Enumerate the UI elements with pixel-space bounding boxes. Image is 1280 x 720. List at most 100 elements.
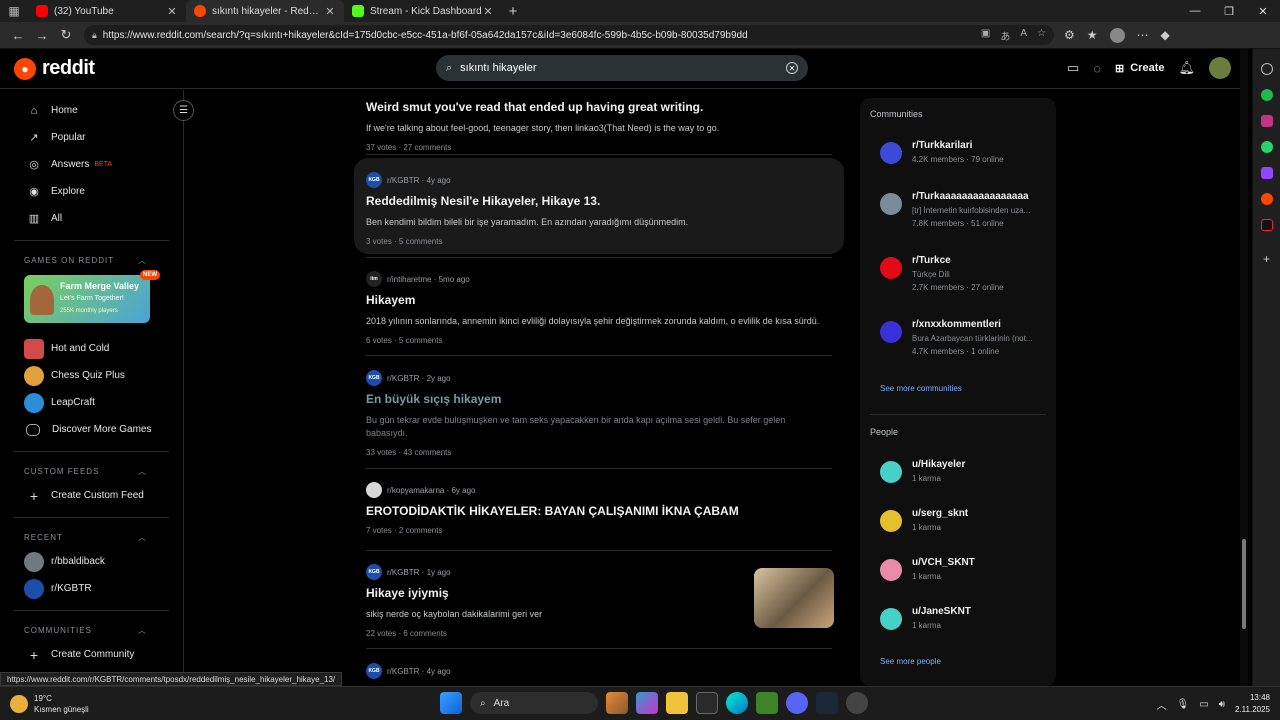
url-field[interactable]: 🔒︎ https://www.reddit.com/search/?q=sıkı… [84,25,1054,45]
person-item[interactable]: u/Hikayeler 1 karma [880,459,1050,483]
recent-item-bbaldiback[interactable]: r/bbaldiback [0,548,183,575]
see-more-communities-link[interactable]: See more communities [880,384,962,393]
chat-icon[interactable]: ◌ [1093,61,1101,76]
copilot-icon[interactable] [636,692,658,714]
reddit-icon[interactable] [1260,193,1273,205]
page-scrollbar[interactable] [1240,49,1248,686]
subreddit-name[interactable]: r/KGBTR [387,374,419,383]
person-item[interactable]: u/VCH_SKNT 1 karma [880,557,1050,581]
post-result[interactable]: KGB r/KGBTR · 4y ago Reddedilmiş Nesil'e… [354,158,844,254]
steam-icon[interactable] [816,692,838,714]
new-tab-button[interactable]: + [502,3,524,20]
post-result[interactable]: itm r/intiharetme · 5mo ago Hikayem 2018… [354,271,844,345]
post-result[interactable]: KGB r/KGBTR · 1y ago Hikaye iyiymiş siki… [354,564,844,638]
close-tab-icon[interactable]: ✕ [482,5,494,18]
more-icon[interactable]: ⋯ [1137,28,1149,42]
extensions-icon[interactable]: ⚙ [1064,28,1075,42]
game-chess-quiz-plus[interactable]: Chess Quiz Plus [0,362,183,389]
post-title[interactable]: Hikayem [366,293,832,307]
notifications-icon[interactable]: 🔔︎ [1178,60,1195,76]
translate-icon[interactable]: あ [1000,28,1010,43]
read-aloud-icon[interactable]: A [1020,28,1027,43]
instagram-icon[interactable] [1260,115,1273,127]
discord-icon[interactable] [786,692,808,714]
twitch-icon[interactable] [1260,167,1273,179]
subreddit-name[interactable]: r/intiharetme [387,275,431,284]
volume-icon[interactable]: 🔊︎ [1219,699,1225,710]
store-icon[interactable] [696,692,718,714]
create-custom-feed[interactable]: + Create Custom Feed [0,482,183,509]
community-item[interactable]: r/Turkce Türkçe Dili 2.7K members · 27 o… [880,255,1050,292]
post-title[interactable]: EROTODİDAKTİK HİKAYELER: BAYAN ÇALIŞANIM… [366,504,832,518]
sidebar-item-popular[interactable]: ↗ Popular [0,124,183,151]
reddit-logo[interactable]: ● reddit [14,57,95,80]
create-community[interactable]: + Create Community [0,641,183,668]
spotify-icon[interactable] [1260,89,1273,101]
weather-widget[interactable]: 19°C Kısmen güneşli [10,693,89,715]
search-input[interactable]: sıkıntı hikayeler [460,62,536,74]
recent-header[interactable]: RECENT ︿ [0,526,183,548]
maximize-icon[interactable]: ❐ [1212,5,1246,18]
clock[interactable]: 13:48 2.11.2025 [1235,692,1270,716]
user-avatar[interactable] [1209,57,1231,79]
minimize-icon[interactable]: — [1178,5,1212,18]
communities-header[interactable]: COMMUNITIES ︿ [0,619,183,641]
post-title[interactable]: En büyük sıçış hikayem [366,392,832,406]
search-icon[interactable] [1260,63,1273,75]
post-result[interactable]: KGB r/KGBTR · 4y ago [354,663,844,679]
add-app-icon[interactable]: + [1261,253,1273,265]
display-icon[interactable]: ▭ [1199,699,1208,710]
post-title[interactable]: Reddedilmiş Nesil'e Hikayeler, Hikaye 13… [366,194,832,208]
edge-icon[interactable] [726,692,748,714]
post-result[interactable]: Weird smut you've read that ended up hav… [354,94,844,152]
tab-kick[interactable]: Stream - Kick Dashboard ✕ [344,0,502,22]
post-result[interactable]: KGB r/KGBTR · 2y ago En büyük sıçış hika… [354,370,844,457]
app-available-icon[interactable]: ▣ [981,28,990,43]
farm-merge-valley-banner[interactable]: Farm Merge Valley Let's Farm Together! 2… [24,270,160,323]
close-tab-icon[interactable]: ✕ [166,5,178,18]
profile-avatar[interactable] [1109,27,1125,43]
post-title[interactable]: Weird smut you've read that ended up hav… [366,100,832,114]
community-item[interactable]: r/Turkkarilari 4.2K members · 79 online [880,140,1050,164]
advertise-icon[interactable]: ▭ [1067,60,1079,76]
close-tab-icon[interactable]: ✕ [324,5,336,18]
game-leapcraft[interactable]: LeapCraft [0,389,183,416]
file-explorer-icon[interactable] [666,692,688,714]
forward-icon[interactable]: → [30,28,54,43]
tab-reddit-search[interactable]: sıkıntı hikayeler - Reddit Search! ✕ [186,0,344,22]
sidebar-item-home[interactable]: ⌂ Home [0,97,183,124]
tab-actions-icon[interactable]: ▦ [0,0,28,22]
tiktok-icon[interactable] [1260,219,1273,231]
subreddit-name[interactable]: r/KGBTR [387,568,419,577]
microphone-icon[interactable]: 🎙︎ [1177,699,1190,710]
person-item[interactable]: u/JaneSKNT 1 karma [880,606,1050,630]
reload-icon[interactable]: ↻ [54,27,78,43]
close-window-icon[interactable]: ✕ [1246,5,1280,18]
favorites-icon[interactable]: ★ [1087,28,1098,42]
community-item[interactable]: r/xnxxkommentleri Bura Azarbaycan türkla… [880,319,1050,356]
tab-youtube[interactable]: (32) YouTube ✕ [28,0,186,22]
community-item[interactable]: r/Turkaaaaaaaaaaaaaaaa [tr] İnternetin k… [880,191,1050,228]
collapse-sidebar-button[interactable]: ☰ [173,100,194,121]
sidebar-item-explore[interactable]: ◉ Explore [0,178,183,205]
games-section-header[interactable]: GAMES ON REDDIT ︿ [0,249,183,271]
scrollbar-thumb[interactable] [1242,539,1246,629]
subreddit-name[interactable]: r/kopyamakarna [387,486,444,495]
minecraft-icon[interactable] [756,692,778,714]
person-item[interactable]: u/serg_sknt 1 karma [880,508,1050,532]
app-icon[interactable] [846,692,868,714]
create-button[interactable]: ⊞ Create [1115,62,1164,75]
clear-search-icon[interactable]: ✕ [786,62,798,74]
game-hot-and-cold[interactable]: Hot and Cold [0,335,183,362]
cortana-widget-icon[interactable] [606,692,628,714]
subreddit-name[interactable]: r/KGBTR [387,667,419,676]
custom-feeds-header[interactable]: CUSTOM FEEDS ︿ [0,460,183,482]
post-result[interactable]: r/kopyamakarna · 6y ago EROTODİDAKTİK Hİ… [354,482,844,535]
see-more-people-link[interactable]: See more people [880,657,941,666]
recent-item-kgbtr[interactable]: r/KGBTR [0,575,183,602]
subreddit-name[interactable]: r/KGBTR [387,176,419,185]
windows-start-icon[interactable] [440,692,462,714]
favorite-star-icon[interactable]: ☆ [1037,28,1046,43]
post-thumbnail[interactable] [754,568,834,628]
copilot-icon[interactable]: ◆ [1161,28,1170,42]
